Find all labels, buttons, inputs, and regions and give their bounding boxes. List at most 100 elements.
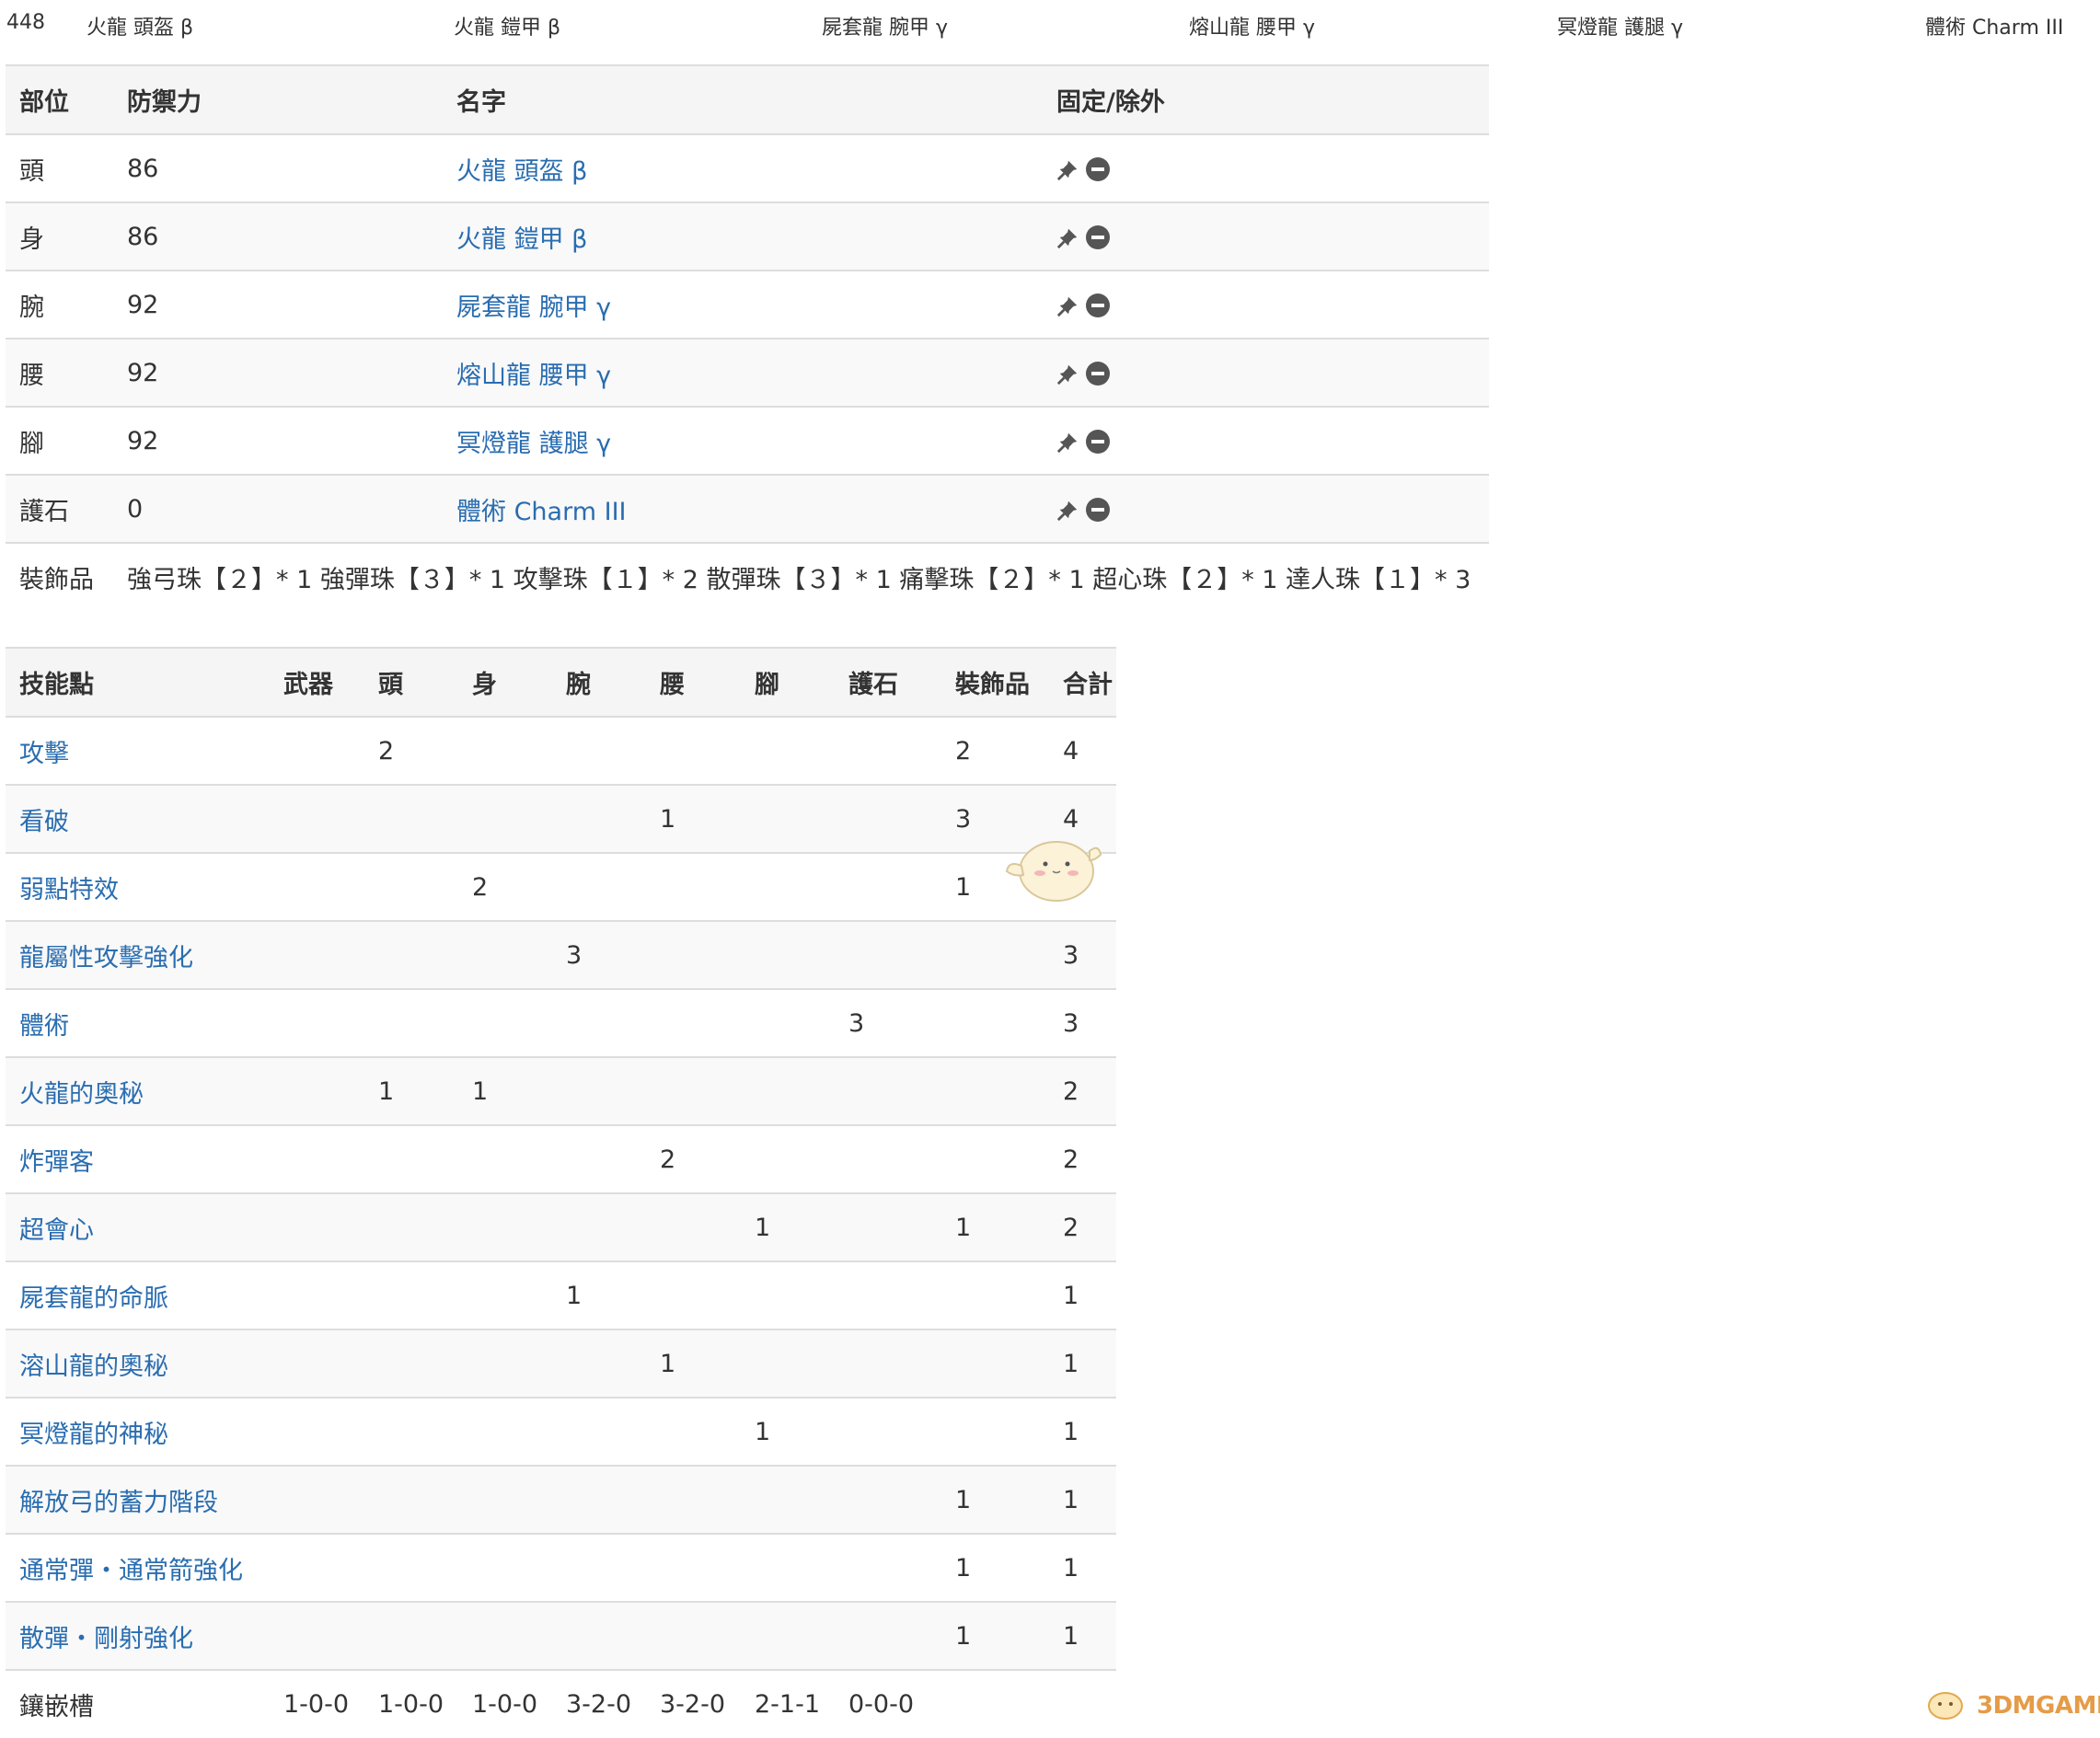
skill-charm-value <box>835 1261 941 1329</box>
skill-name-link[interactable]: 解放弓的蓄力階段 <box>19 1489 218 1517</box>
pin-icon[interactable] <box>1056 293 1080 318</box>
skill-waist-value <box>646 1466 741 1534</box>
skill-name-link[interactable]: 火龍的奧秘 <box>19 1080 144 1109</box>
skill-waist-value <box>646 717 741 785</box>
skill-arm-value <box>552 1057 646 1125</box>
column-header: 護石 <box>848 671 898 699</box>
skill-weapon-value <box>270 853 364 921</box>
skill-waist-value: 1 <box>660 804 676 834</box>
equipment-name-cell: 火龍 鎧甲 β <box>443 202 1043 270</box>
skill-name-link[interactable]: 炸彈客 <box>19 1148 94 1177</box>
header-piece-leg: 冥燈龍 護腿 γ <box>1557 17 1684 40</box>
equipment-name-link[interactable]: 火龍 鎧甲 β <box>456 225 587 254</box>
skill-head-value <box>364 785 458 853</box>
skill-deco-value <box>941 1329 1049 1398</box>
skill-name-link[interactable]: 超會心 <box>19 1216 94 1245</box>
skill-row: 散彈・剛射強化 1 1 <box>6 1602 1116 1670</box>
column-header: 部位 <box>19 88 69 117</box>
skill-body-value <box>458 785 552 853</box>
skill-waist-value <box>646 853 741 921</box>
skill-head-value <box>364 1193 458 1261</box>
skill-deco-value <box>941 1125 1049 1193</box>
equipment-name-cell: 體術 Charm III <box>443 475 1043 543</box>
skill-total-value: 1 <box>1063 1281 1079 1310</box>
minus-circle-icon[interactable] <box>1086 430 1110 454</box>
pin-icon[interactable] <box>1056 497 1080 523</box>
skill-leg-value <box>741 1329 835 1398</box>
skill-waist-value <box>646 1602 741 1670</box>
skill-leg-value <box>741 1125 835 1193</box>
minus-circle-icon[interactable] <box>1086 498 1110 522</box>
minus-circle-icon[interactable] <box>1086 225 1110 249</box>
equipment-name-cell: 火龍 頭盔 β <box>443 134 1043 202</box>
skill-body-value <box>458 1602 552 1670</box>
skill-charm-value <box>835 717 941 785</box>
skill-deco-value: 1 <box>955 1553 972 1583</box>
minus-circle-icon[interactable] <box>1086 294 1110 317</box>
pin-icon[interactable] <box>1056 224 1080 250</box>
skill-weapon-value <box>270 785 364 853</box>
equipment-row: 身 86 火龍 鎧甲 β <box>6 202 1489 270</box>
skill-name-link[interactable]: 散彈・剛射強化 <box>19 1625 193 1653</box>
skill-charm-value <box>835 1466 941 1534</box>
equipment-slot: 護石 <box>19 497 69 526</box>
skill-weapon-value <box>270 1193 364 1261</box>
skill-arm-value <box>552 1534 646 1602</box>
skill-name-link[interactable]: 溶山龍的奧秘 <box>19 1352 168 1381</box>
pin-icon[interactable] <box>1056 156 1080 182</box>
skill-name-link[interactable]: 攻擊 <box>19 740 69 768</box>
header-piece-head: 火龍 頭盔 β <box>87 17 194 40</box>
skill-name-link[interactable]: 弱點特效 <box>19 876 119 904</box>
pin-icon[interactable] <box>1056 429 1080 455</box>
skill-name-link[interactable]: 冥燈龍的神秘 <box>19 1421 168 1449</box>
skill-name-link[interactable]: 體術 <box>19 1012 69 1041</box>
column-header: 裝飾品 <box>955 671 1030 699</box>
equipment-slot: 身 <box>19 224 44 254</box>
pin-icon[interactable] <box>1056 361 1080 386</box>
skill-row: 溶山龍的奧秘 1 1 <box>6 1329 1116 1398</box>
equipment-actions <box>1043 339 1489 407</box>
skill-total-value: 1 <box>1063 1485 1079 1514</box>
skill-head-value <box>364 1125 458 1193</box>
skill-body-value <box>458 989 552 1057</box>
skill-leg-value: 1 <box>755 1213 771 1242</box>
skill-charm-value <box>835 785 941 853</box>
skill-waist-value <box>646 1057 741 1125</box>
skill-body-value <box>458 1193 552 1261</box>
skill-name-cell: 看破 <box>6 785 270 853</box>
skill-body-value <box>458 1466 552 1534</box>
skill-name-cell: 龍屬性攻擊強化 <box>6 921 270 989</box>
skill-row: 通常彈・通常箭強化 1 1 <box>6 1534 1116 1602</box>
skill-leg-value <box>741 1261 835 1329</box>
equipment-actions <box>1043 134 1489 202</box>
skill-name-link[interactable]: 通常彈・通常箭強化 <box>19 1557 243 1585</box>
minus-circle-icon[interactable] <box>1086 157 1110 181</box>
column-header: 武器 <box>283 671 333 699</box>
decorations-list: 強弓珠【２】* 1 強彈珠【３】* 1 攻擊珠【１】* 2 散彈珠【３】* 1 … <box>127 566 1471 594</box>
skill-name-link[interactable]: 龍屬性攻擊強化 <box>19 944 193 973</box>
skill-arm-value <box>552 1193 646 1261</box>
equipment-slot: 腳 <box>19 429 44 458</box>
equipment-name-link[interactable]: 屍套龍 腕甲 γ <box>456 294 611 322</box>
equipment-name-link[interactable]: 火龍 頭盔 β <box>456 157 587 186</box>
skill-weapon-value <box>270 921 364 989</box>
skill-charm-value <box>835 1193 941 1261</box>
skill-name-cell: 弱點特效 <box>6 853 270 921</box>
skill-name-link[interactable]: 屍套龍的命脈 <box>19 1284 168 1313</box>
skill-head-value <box>364 853 458 921</box>
skill-arm-value <box>552 989 646 1057</box>
equipment-name-link[interactable]: 熔山龍 腰甲 γ <box>456 362 611 390</box>
minus-circle-icon[interactable] <box>1086 362 1110 386</box>
skill-head-value: 1 <box>378 1076 395 1106</box>
skill-arm-value <box>552 1329 646 1398</box>
equipment-name-link[interactable]: 體術 Charm III <box>456 498 627 526</box>
equipment-actions <box>1043 475 1489 543</box>
equipment-name-link[interactable]: 冥燈龍 護腿 γ <box>456 430 611 458</box>
skill-leg-value <box>741 1057 835 1125</box>
skill-name-link[interactable]: 看破 <box>19 808 69 836</box>
skill-head-value <box>364 921 458 989</box>
equipment-slot: 頭 <box>19 156 44 186</box>
mascot-sticker-icon <box>1005 841 1102 902</box>
equipment-row: 腕 92 屍套龍 腕甲 γ <box>6 270 1489 339</box>
skill-total-value: 3 <box>1063 1008 1079 1038</box>
